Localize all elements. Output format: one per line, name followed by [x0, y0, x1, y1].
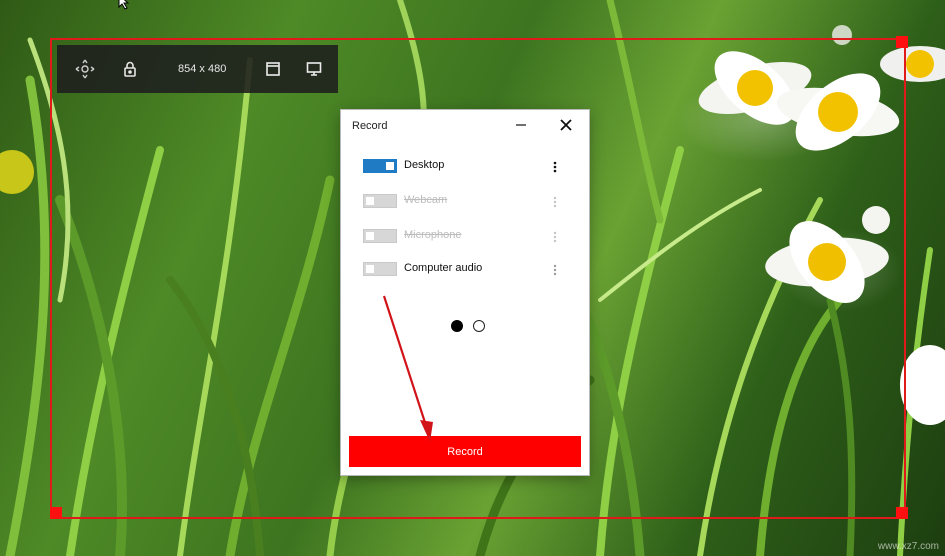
source-label: Webcam	[404, 194, 448, 206]
lock-icon[interactable]	[120, 59, 140, 79]
watermark: www.xz7.com	[877, 541, 939, 552]
screen: { "toolbar": { "size_label": "854 x 480"…	[0, 0, 945, 556]
page-dot-2[interactable]	[473, 320, 485, 332]
close-icon[interactable]	[558, 117, 574, 133]
source-label: Computer audio	[404, 262, 483, 274]
computer-audio-toggle[interactable]	[363, 262, 397, 276]
source-row-webcam: Webcam	[363, 193, 569, 213]
more-options-icon[interactable]	[552, 230, 558, 244]
monitor-icon[interactable]	[304, 59, 324, 79]
move-icon[interactable]	[75, 59, 95, 79]
mouse-cursor-icon	[118, 0, 130, 10]
source-label: Desktop	[404, 159, 445, 171]
capture-toolbar: 854 x 480	[57, 45, 338, 93]
resize-handle-bottom-left[interactable]	[50, 507, 62, 519]
more-options-icon[interactable]	[552, 263, 558, 277]
source-row-microphone: Microphone	[363, 228, 569, 248]
resize-handle-top-right[interactable]	[896, 36, 908, 48]
resize-handle-bottom-right[interactable]	[896, 507, 908, 519]
webcam-toggle[interactable]	[363, 194, 397, 208]
record-dialog: Record Desktop Webcam Microphone Compute…	[341, 110, 589, 475]
minimize-icon[interactable]	[514, 117, 528, 131]
page-dot-1-active[interactable]	[451, 320, 463, 332]
desktop-toggle[interactable]	[363, 159, 397, 173]
more-options-icon[interactable]	[552, 160, 558, 174]
source-label: Microphone	[404, 229, 462, 241]
source-row-desktop: Desktop	[363, 158, 569, 178]
microphone-toggle[interactable]	[363, 229, 397, 243]
more-options-icon[interactable]	[552, 195, 558, 209]
window-icon[interactable]	[263, 59, 283, 79]
region-size-label: 854 x 480	[178, 63, 227, 75]
dialog-title: Record	[352, 120, 388, 132]
source-row-computer-audio: Computer audio	[363, 261, 569, 281]
record-button[interactable]: Record	[349, 436, 581, 467]
